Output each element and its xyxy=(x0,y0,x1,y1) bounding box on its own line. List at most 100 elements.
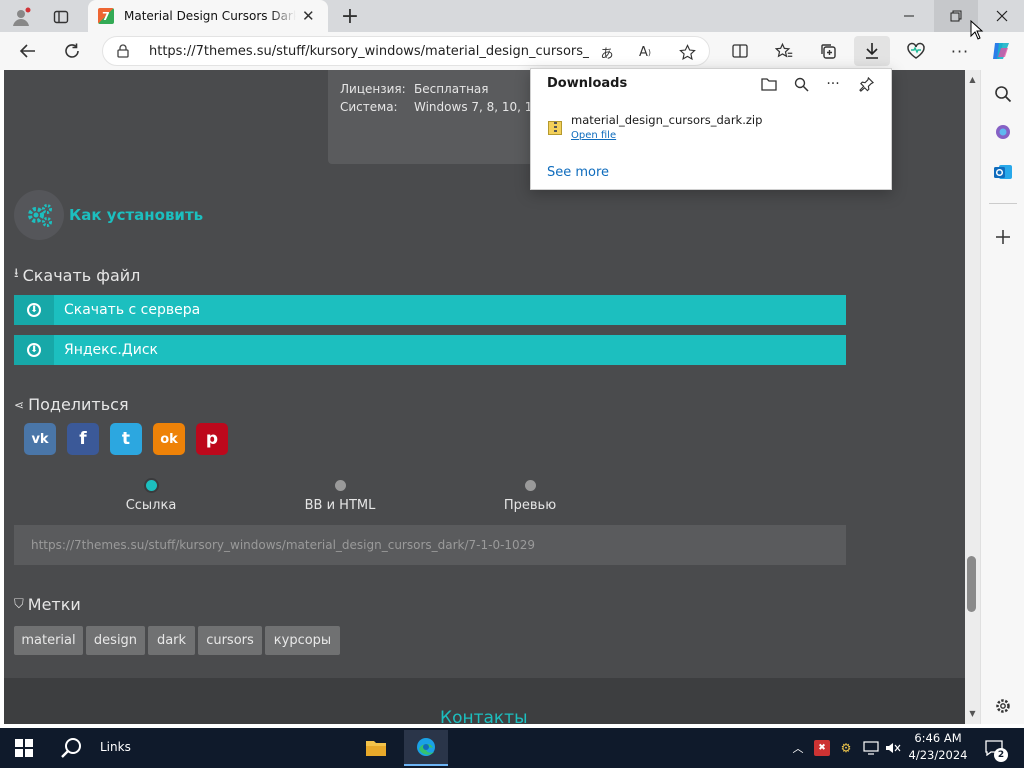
downloads-more-icon[interactable]: ··· xyxy=(823,74,843,94)
taskbar-search-label[interactable]: Links xyxy=(100,740,131,754)
profile-icon[interactable] xyxy=(10,6,32,28)
scroll-up-arrow-icon[interactable]: ▲ xyxy=(967,74,978,84)
zip-file-icon xyxy=(548,121,562,135)
share-mode-preview-label[interactable]: Превью xyxy=(470,498,590,513)
download-circle-icon: ⬇ xyxy=(14,295,54,325)
footer: Контакты xyxy=(4,678,965,724)
share-heading-text: Поделиться xyxy=(28,395,129,414)
odnoklassniki-share-icon[interactable]: ok xyxy=(153,423,185,455)
open-file-link[interactable]: Open file xyxy=(571,130,616,141)
url-text[interactable]: https://7themes.su/stuff/kursory_windows… xyxy=(149,44,589,59)
install-gears-icon xyxy=(14,190,64,240)
download-circle-icon: ⬇ xyxy=(14,335,54,365)
download-icon: ⭳ xyxy=(14,266,19,281)
tray-overflow-icon[interactable]: ︿ xyxy=(790,740,806,756)
tag-icon: ⛉ xyxy=(14,597,24,612)
start-button-icon[interactable] xyxy=(8,736,40,760)
download-server-button[interactable]: ⬇ Скачать с сервера xyxy=(14,295,846,325)
system-value: Windows 7, 8, 10, 11 xyxy=(414,100,541,114)
share-mode-link-radio[interactable] xyxy=(146,480,157,491)
scroll-thumb[interactable] xyxy=(967,556,976,612)
downloads-button[interactable] xyxy=(854,36,890,66)
contacts-link[interactable]: Контакты xyxy=(440,708,528,724)
notification-count-badge: 2 xyxy=(994,748,1008,762)
tab-actions-icon[interactable] xyxy=(50,6,72,28)
tags-heading: ⛉ Метки xyxy=(14,595,81,614)
share-mode-link-label[interactable]: Ссылка xyxy=(91,498,211,513)
sidebar-copilot-icon[interactable] xyxy=(991,120,1015,144)
favorites-icon[interactable] xyxy=(772,40,796,62)
yandex-disk-button[interactable]: ⬇ Яндекс.Диск xyxy=(14,335,846,365)
tab-close-icon[interactable]: ✕ xyxy=(302,7,315,25)
new-tab-button[interactable]: + xyxy=(338,4,362,29)
see-more-link[interactable]: See more xyxy=(547,165,609,180)
tab-active[interactable]: 7 Material Design Cursors Dark - на ✕ xyxy=(88,0,328,32)
site-favicon-icon: 7 xyxy=(98,8,114,24)
download-heading-text: Скачать файл xyxy=(22,265,141,285)
network-icon[interactable] xyxy=(862,740,880,756)
pinterest-share-icon[interactable]: p xyxy=(196,423,228,455)
minimize-button[interactable] xyxy=(894,0,924,32)
close-window-button[interactable] xyxy=(980,0,1024,32)
sidebar-settings-icon[interactable] xyxy=(991,694,1015,718)
sidebar-search-icon[interactable] xyxy=(991,82,1015,106)
share-mode-preview-radio[interactable] xyxy=(525,480,536,491)
download-file-name[interactable]: material_design_cursors_dark.zip xyxy=(571,113,762,127)
copilot-icon[interactable] xyxy=(988,38,1014,64)
open-downloads-folder-icon[interactable] xyxy=(759,74,779,94)
twitter-share-icon[interactable]: t xyxy=(110,423,142,455)
collections-icon[interactable] xyxy=(816,40,840,62)
pin-downloads-icon[interactable] xyxy=(856,74,876,94)
download-heading: ⭳ Скачать файл xyxy=(14,264,140,286)
taskbar: Links ︿ ✖ ⚙ 6:46 AM 4/23/2024 2 xyxy=(0,728,1024,768)
share-mode-bbhtml-radio[interactable] xyxy=(335,480,346,491)
file-explorer-icon[interactable] xyxy=(358,732,394,764)
edge-sidebar xyxy=(980,70,1024,724)
tag-design[interactable]: design xyxy=(86,626,145,655)
address-bar[interactable]: https://7themes.su/stuff/kursory_windows… xyxy=(102,36,710,66)
volume-muted-icon[interactable] xyxy=(884,740,902,756)
translate-icon[interactable]: あ xyxy=(597,42,617,62)
facebook-share-icon[interactable]: f xyxy=(67,423,99,455)
more-menu-icon[interactable]: ··· xyxy=(948,40,972,62)
edge-taskbar-icon[interactable] xyxy=(404,730,448,766)
clock-time[interactable]: 6:46 AM xyxy=(908,731,968,745)
search-downloads-icon[interactable] xyxy=(791,74,811,94)
taskbar-search-icon[interactable] xyxy=(58,734,86,762)
share-url-field[interactable]: https://7themes.su/stuff/kursory_windows… xyxy=(14,525,846,565)
share-url-text[interactable]: https://7themes.su/stuff/kursory_windows… xyxy=(31,538,535,552)
tag-dark[interactable]: dark xyxy=(148,626,195,655)
tag-cursors[interactable]: cursors xyxy=(198,626,262,655)
tab-title: Material Design Cursors Dark - на xyxy=(124,9,296,23)
downloads-flyout: Downloads ··· material_design_cursors_da… xyxy=(530,68,892,190)
sidebar-add-icon[interactable] xyxy=(991,225,1015,249)
license-value: Бесплатная xyxy=(414,82,489,96)
vk-share-icon[interactable]: vk xyxy=(24,423,56,455)
favorite-star-icon[interactable] xyxy=(677,42,697,62)
lock-icon[interactable] xyxy=(115,43,131,59)
system-label: Система: xyxy=(340,100,398,114)
share-mode-bbhtml-label[interactable]: BB и HTML xyxy=(280,498,400,513)
share-heading: ⋖ Поделиться xyxy=(14,395,129,414)
tags-heading-text: Метки xyxy=(27,595,81,614)
split-screen-icon[interactable] xyxy=(728,40,752,62)
navigation-bar: https://7themes.su/stuff/kursory_windows… xyxy=(0,32,1024,70)
download-server-label: Скачать с сервера xyxy=(64,302,201,318)
tray-app-icon[interactable]: ✖ xyxy=(814,740,830,756)
mouse-cursor-icon xyxy=(970,19,984,40)
sidebar-divider xyxy=(989,203,1017,204)
license-label: Лицензия: xyxy=(340,82,406,96)
refresh-button[interactable] xyxy=(60,40,84,62)
scroll-down-arrow-icon[interactable]: ▼ xyxy=(967,708,978,718)
install-link[interactable]: Как установить xyxy=(69,206,203,224)
read-aloud-icon[interactable]: A) xyxy=(635,42,655,62)
tag-material[interactable]: material xyxy=(14,626,83,655)
tray-app-icon-2[interactable]: ⚙ xyxy=(838,740,854,756)
back-button[interactable] xyxy=(16,40,40,62)
page-scrollbar[interactable]: ▲ ▼ xyxy=(965,70,980,724)
tag-kursory[interactable]: курсоры xyxy=(265,626,340,655)
yandex-disk-label: Яндекс.Диск xyxy=(64,342,158,358)
browser-essentials-icon[interactable] xyxy=(904,40,928,62)
sidebar-outlook-icon[interactable] xyxy=(991,160,1015,184)
clock-date[interactable]: 4/23/2024 xyxy=(908,748,968,762)
